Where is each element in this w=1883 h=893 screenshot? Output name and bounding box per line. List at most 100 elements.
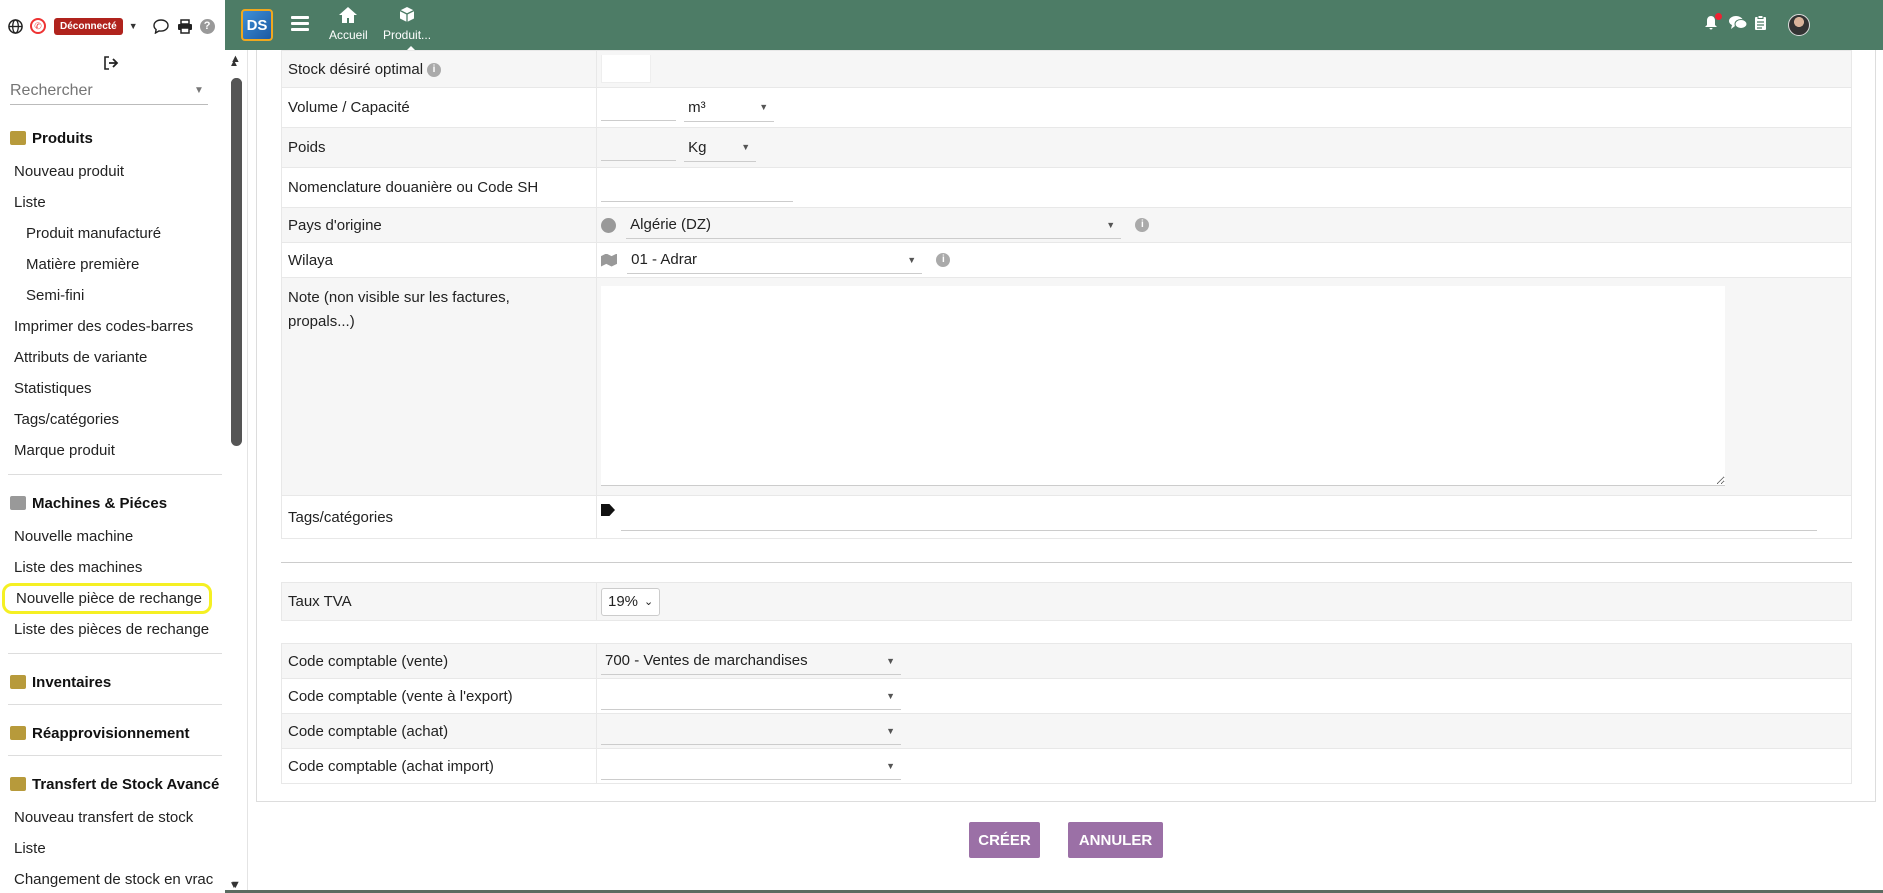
note-textarea[interactable] bbox=[601, 285, 1725, 486]
accounting-table: Code comptable (vente) 700 - Ventes de m… bbox=[281, 643, 1852, 784]
menu-item[interactable]: Changement de stock en vrac bbox=[0, 864, 230, 893]
nav-home-label: Accueil bbox=[329, 28, 368, 42]
menu-section-1[interactable]: Machines & Piéces bbox=[0, 489, 230, 517]
logout-icon[interactable] bbox=[103, 56, 119, 74]
acc-import-select[interactable]: ▼ bbox=[601, 752, 901, 780]
form-actions: CRÉER ANNULER bbox=[969, 822, 1163, 858]
menu-item[interactable]: Liste des pièces de rechange bbox=[0, 614, 230, 645]
boxes-icon bbox=[10, 777, 26, 791]
hs-code-input[interactable] bbox=[601, 173, 793, 202]
tva-value: 19% bbox=[608, 593, 639, 610]
create-button[interactable]: CRÉER bbox=[969, 822, 1040, 858]
wilaya-select[interactable]: 01 - Adrar ▼ bbox=[627, 246, 923, 274]
field-label: Wilaya bbox=[281, 242, 597, 278]
user-avatar[interactable] bbox=[1788, 14, 1810, 36]
weight-input[interactable] bbox=[601, 133, 676, 162]
volume-unit-select[interactable]: m³ ▼ bbox=[684, 94, 775, 122]
app-logo[interactable]: DS bbox=[241, 9, 273, 41]
menu-section-title: Produits bbox=[32, 129, 93, 147]
top-navbar: DS Accueil Produit... bbox=[225, 0, 1883, 52]
scroll-up-icon[interactable]: ▲ bbox=[230, 53, 241, 65]
hamburger-menu-icon[interactable] bbox=[291, 16, 309, 34]
chevron-down-icon: ▼ bbox=[886, 725, 895, 736]
menu-item[interactable]: Nouveau produit bbox=[0, 156, 230, 187]
home-icon bbox=[329, 6, 368, 28]
menu-item[interactable]: Nouvelle machine bbox=[0, 521, 230, 552]
field-label: Code comptable (vente) bbox=[281, 643, 597, 679]
sidebar: ✆ Déconnecté ▼ ? ▼ Produits Nouveau produ… bbox=[0, 0, 248, 893]
cancel-button[interactable]: ANNULER bbox=[1068, 822, 1163, 858]
main-scrollbar[interactable]: ▲ ▼ bbox=[225, 50, 253, 893]
chevron-down-icon: ▼ bbox=[759, 102, 769, 113]
globe-icon[interactable] bbox=[6, 17, 24, 35]
menu-section-3[interactable]: Réapprovisionnement bbox=[0, 719, 230, 747]
search-input[interactable] bbox=[10, 81, 188, 100]
menu-section-4[interactable]: Transfert de Stock Avancé bbox=[0, 770, 230, 798]
menu-item[interactable]: Matière première bbox=[0, 249, 230, 280]
weight-unit-select[interactable]: Kg ▼ bbox=[684, 134, 757, 162]
chat-bubble-icon[interactable] bbox=[152, 17, 170, 35]
tva-table: Taux TVA 19% ⌄ bbox=[281, 582, 1852, 621]
field-label: Code comptable (achat import) bbox=[281, 748, 597, 784]
section-divider bbox=[8, 474, 222, 475]
menu-item[interactable]: Liste des machines bbox=[0, 552, 230, 583]
field-label: Pays d'origine bbox=[281, 207, 597, 243]
tags-input[interactable] bbox=[621, 503, 1818, 531]
volume-input[interactable] bbox=[601, 93, 676, 122]
menu-item[interactable]: Tags/catégories bbox=[0, 404, 230, 435]
row-acc-sale: Code comptable (vente) 700 - Ventes de m… bbox=[281, 643, 1852, 679]
bell-icon[interactable] bbox=[1703, 13, 1722, 36]
clipboard-icon[interactable] bbox=[1754, 15, 1767, 36]
field-label: Taux TVA bbox=[281, 582, 597, 621]
chevron-down-icon: ▼ bbox=[886, 655, 895, 666]
info-icon[interactable]: i bbox=[1135, 218, 1150, 232]
menu-item[interactable]: Marque produit bbox=[0, 435, 230, 466]
menu-section-title: Transfert de Stock Avancé bbox=[32, 775, 220, 793]
status-badge[interactable]: Déconnecté bbox=[54, 17, 123, 35]
field-label: Code comptable (achat) bbox=[281, 713, 597, 749]
chevron-down-icon: ▼ bbox=[886, 690, 895, 701]
acc-sale-select[interactable]: 700 - Ventes de marchandises ▼ bbox=[601, 647, 901, 675]
help-icon[interactable]: ? bbox=[199, 18, 215, 34]
menu-item[interactable]: Liste bbox=[0, 833, 230, 864]
country-select[interactable]: Algérie (DZ) ▼ bbox=[626, 211, 1122, 239]
chevron-down-icon[interactable]: ▼ bbox=[129, 21, 138, 31]
menu-item[interactable]: Produit manufacturé bbox=[0, 218, 230, 249]
acc-purchase-select[interactable]: ▼ bbox=[601, 717, 901, 745]
gears-icon bbox=[10, 496, 26, 510]
row-acc-purchase: Code comptable (achat) ▼ bbox=[281, 713, 1852, 749]
nav-home[interactable]: Accueil bbox=[329, 6, 368, 42]
row-tags: Tags/catégories bbox=[281, 495, 1852, 539]
cube-icon bbox=[383, 6, 431, 28]
tva-select[interactable]: 19% ⌄ bbox=[601, 587, 661, 616]
menu-item[interactable]: Liste bbox=[0, 187, 230, 218]
menu-section-2[interactable]: Inventaires bbox=[0, 668, 230, 696]
menu-section-title: Réapprovisionnement bbox=[32, 724, 190, 742]
menu-item[interactable]: Nouveau transfert de stock bbox=[0, 802, 230, 833]
search-box[interactable]: ▼ bbox=[10, 77, 208, 105]
menu-item[interactable]: Statistiques bbox=[0, 373, 230, 404]
map-icon bbox=[601, 253, 617, 267]
info-icon[interactable]: i bbox=[427, 62, 442, 77]
menu-item[interactable]: Semi-fini bbox=[0, 280, 230, 311]
field-label: Poids bbox=[281, 127, 597, 168]
menu-item[interactable]: Attributs de variante bbox=[0, 342, 230, 373]
stock-optimal-input[interactable] bbox=[601, 55, 651, 83]
field-label: Code comptable (vente à l'export) bbox=[281, 678, 597, 714]
info-icon[interactable]: i bbox=[936, 253, 951, 267]
chevron-down-icon[interactable]: ▼ bbox=[194, 85, 204, 96]
section-divider bbox=[8, 704, 222, 705]
printer-icon[interactable] bbox=[176, 17, 194, 35]
row-country: Pays d'origine Algérie (DZ) ▼ i bbox=[281, 207, 1852, 243]
globe-icon bbox=[601, 217, 616, 233]
whatsapp-icon[interactable]: ✆ bbox=[30, 18, 46, 34]
menu-section-0[interactable]: Produits bbox=[0, 124, 230, 152]
menu-item[interactable]: Imprimer des codes-barres bbox=[0, 311, 230, 342]
nav-products[interactable]: Produit... bbox=[383, 6, 431, 52]
chat-icon[interactable] bbox=[1728, 15, 1748, 36]
acc-export-select[interactable]: ▼ bbox=[601, 682, 901, 710]
scrollbar-thumb[interactable] bbox=[231, 78, 242, 446]
menu-item[interactable]: Nouvelle pièce de rechange bbox=[2, 583, 212, 614]
row-hs-code: Nomenclature douanière ou Code SH bbox=[281, 167, 1852, 208]
field-label: Tags/catégories bbox=[281, 495, 597, 539]
